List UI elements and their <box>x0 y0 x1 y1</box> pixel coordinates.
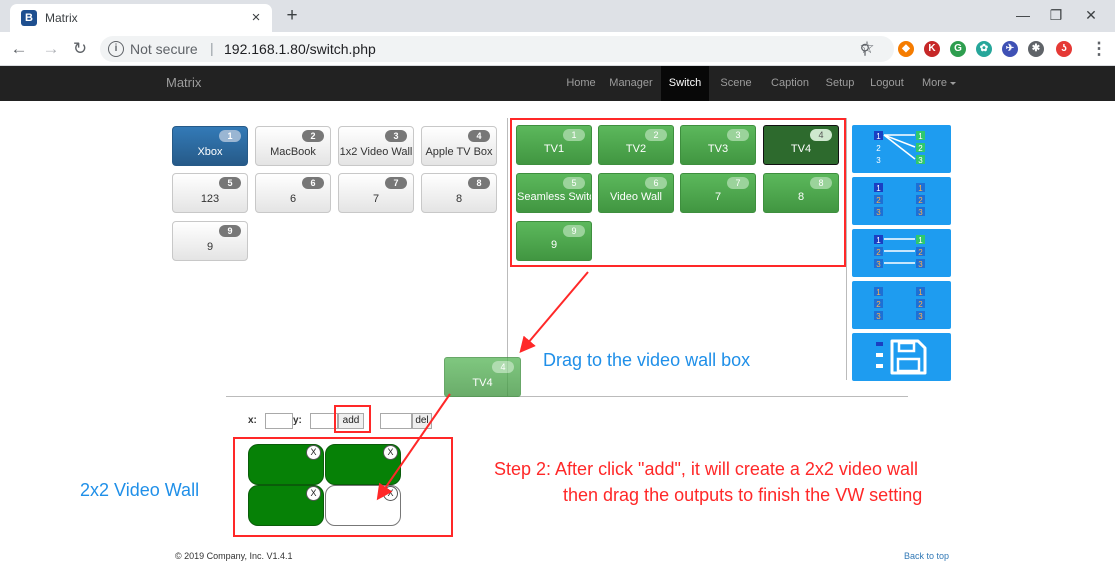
video-wall-annotation: 2x2 Video Wall <box>80 480 200 500</box>
step2-annotation-line2: then drag the outputs to finish the VW s… <box>563 485 923 505</box>
back-to-top-link[interactable]: Back to top <box>904 550 949 562</box>
drag-hint-annotation: Drag to the video wall box <box>543 350 751 370</box>
footer-copyright: © 2019 Company, Inc. V1.4.1 <box>175 551 293 561</box>
drop-arrow <box>376 393 451 501</box>
step2-annotation-line1: Step 2: After click "add", it will creat… <box>494 459 918 479</box>
drag-arrow <box>519 271 589 354</box>
